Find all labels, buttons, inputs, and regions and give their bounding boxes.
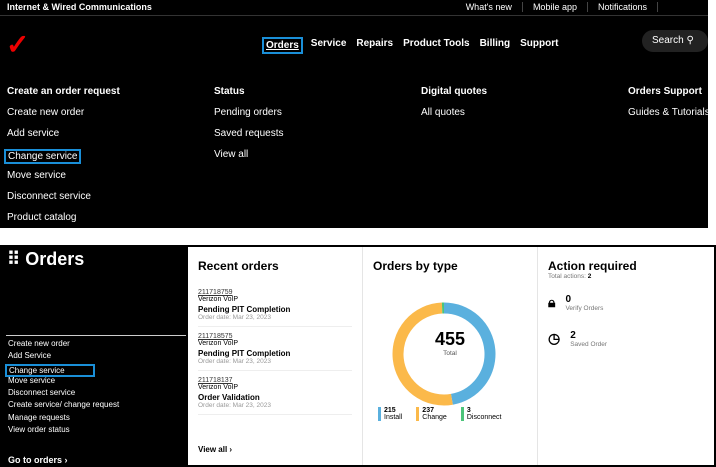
orders-widget: ⠿ Orders Create new order Add Service Chan… bbox=[0, 245, 716, 467]
action-title: Action required bbox=[548, 259, 637, 273]
legend-item: 237 Change bbox=[416, 407, 447, 421]
menu-column: Create an order request Create new order A… bbox=[4, 86, 214, 233]
sidebar-link[interactable]: Add Service bbox=[8, 351, 51, 360]
order-id-link[interactable]: 211718575 bbox=[198, 333, 352, 340]
legend-item: 3 Disconnect bbox=[460, 407, 502, 421]
legend-label: Install bbox=[384, 414, 403, 421]
menu-heading: Orders Support bbox=[628, 86, 702, 97]
sidebar-title: Orders bbox=[25, 249, 85, 269]
search-icon: ⚲ bbox=[686, 35, 694, 46]
recent-orders-panel: Recent orders 211718759 Verizon VoIP Pendi… bbox=[188, 247, 362, 465]
menu-column: Orders Support Guides & Tutorials bbox=[628, 86, 716, 233]
total-actions-value: 2 bbox=[587, 273, 592, 280]
menu-heading: Digital quotes bbox=[421, 86, 488, 97]
nav-service[interactable]: Service bbox=[309, 37, 349, 54]
whats-new-link[interactable]: What's new bbox=[456, 2, 523, 12]
sidebar-link[interactable]: Create new order bbox=[8, 339, 70, 348]
legend-label: Disconnect bbox=[466, 414, 502, 421]
saved-count: 2 bbox=[570, 330, 576, 341]
menu-item[interactable]: Create new order bbox=[7, 107, 84, 118]
menu-item[interactable]: Product catalog bbox=[7, 212, 77, 223]
menu-heading: Status bbox=[214, 86, 245, 97]
search-label: Search bbox=[652, 35, 684, 46]
order-id-link[interactable]: 211718759 bbox=[198, 289, 352, 296]
legend-value: 215 bbox=[384, 407, 396, 414]
verify-orders-item[interactable]: 🔒︎ 0 Verify Orders bbox=[548, 294, 706, 312]
grid-icon: ⠿ bbox=[7, 249, 21, 269]
view-all-link[interactable]: View all › bbox=[198, 445, 232, 454]
sidebar-link[interactable]: Change service bbox=[5, 363, 95, 377]
verizon-logo[interactable]: ✓ bbox=[6, 28, 29, 61]
order-item[interactable]: 211718575 Verizon VoIP Pending PIT Complet… bbox=[198, 327, 352, 371]
mobile-app-link[interactable]: Mobile app bbox=[523, 2, 588, 12]
order-item[interactable]: 211718137 Verizon VoIP Order Validation Ord… bbox=[198, 371, 352, 415]
order-id-link[interactable]: 211718137 bbox=[198, 377, 352, 384]
sidebar-link[interactable]: Manage requests bbox=[8, 413, 70, 422]
main-nav: Orders Service Repairs Product Tools Bil… bbox=[262, 37, 560, 54]
clock-icon: ◷ bbox=[548, 330, 561, 346]
legend-item: 215 Install bbox=[378, 407, 402, 421]
action-required-panel: Action required Total actions: 2 🔒︎ 0 Veri… bbox=[537, 247, 716, 465]
verify-label: Verify Orders bbox=[565, 305, 604, 312]
nav-orders[interactable]: Orders bbox=[262, 37, 303, 54]
legend-label: Change bbox=[422, 414, 447, 421]
go-to-orders-link[interactable]: Go to orders › bbox=[8, 455, 68, 465]
sidebar-link[interactable]: Move service bbox=[8, 376, 55, 385]
verify-count: 0 bbox=[565, 294, 572, 305]
order-status: Pending PIT Completion bbox=[198, 305, 291, 314]
utility-bar: Internet & Wired Communications What's n… bbox=[0, 0, 708, 16]
menu-column: Status Pending orders Saved requests View a… bbox=[214, 86, 421, 233]
order-status: Pending PIT Completion bbox=[198, 349, 291, 358]
nav-product-tools[interactable]: Product Tools bbox=[401, 37, 471, 54]
notifications-link[interactable]: Notifications bbox=[588, 2, 658, 12]
nav-repairs[interactable]: Repairs bbox=[354, 37, 395, 54]
order-product: Verizon VoIP bbox=[198, 384, 239, 391]
legend-swatch bbox=[416, 407, 420, 421]
total-actions-label: Total actions: bbox=[548, 273, 586, 280]
order-product: Verizon VoIP bbox=[198, 296, 239, 303]
orders-by-type-panel: Orders by type 455 Total 215 Install 237 Ch… bbox=[362, 247, 537, 465]
menu-item[interactable]: Change service bbox=[4, 149, 82, 164]
menu-item[interactable]: Guides & Tutorials bbox=[628, 107, 710, 118]
total-value: 455 bbox=[434, 329, 466, 349]
order-product: Verizon VoIP bbox=[198, 340, 239, 347]
saved-label: Saved Order bbox=[570, 341, 608, 348]
order-date: Order date: Mar 23, 2023 bbox=[198, 358, 271, 365]
sidebar-link[interactable]: Create service/ change request bbox=[8, 400, 119, 409]
legend-swatch bbox=[460, 407, 464, 421]
nav-billing[interactable]: Billing bbox=[478, 37, 513, 54]
sidebar-link[interactable]: View order status bbox=[8, 425, 70, 434]
mega-menu: Internet & Wired Communications What's n… bbox=[0, 0, 710, 228]
saved-order-item[interactable]: ◷ 2 Saved Order bbox=[548, 330, 706, 348]
orders-sidebar: ⠿ Orders Create new order Add Service Chan… bbox=[2, 247, 188, 465]
order-date: Order date: Mar 23, 2023 bbox=[198, 314, 271, 321]
menu-column: Digital quotes All quotes bbox=[421, 86, 628, 233]
legend-swatch bbox=[378, 407, 381, 421]
menu-item[interactable]: Pending orders bbox=[214, 107, 282, 118]
menu-item[interactable]: Add service bbox=[7, 128, 59, 139]
menu-item[interactable]: Disconnect service bbox=[7, 191, 91, 202]
order-status: Order Validation bbox=[198, 393, 260, 402]
recent-orders-title: Recent orders bbox=[198, 259, 279, 273]
order-date: Order date: Mar 23, 2023 bbox=[198, 402, 271, 409]
legend-value: 237 bbox=[422, 407, 434, 414]
chart-title: Orders by type bbox=[373, 259, 458, 273]
legend-value: 3 bbox=[466, 407, 471, 414]
bag-icon: 🔒︎ bbox=[548, 294, 556, 310]
search-button[interactable]: Search ⚲ bbox=[642, 30, 708, 52]
menu-item[interactable]: Saved requests bbox=[214, 128, 284, 139]
sidebar-link[interactable]: Disconnect service bbox=[8, 388, 75, 397]
menu-item[interactable]: View all bbox=[214, 149, 248, 160]
menu-item[interactable]: All quotes bbox=[421, 107, 465, 118]
nav-support[interactable]: Support bbox=[518, 37, 560, 54]
order-item[interactable]: 211718759 Verizon VoIP Pending PIT Complet… bbox=[198, 283, 352, 327]
menu-heading: Create an order request bbox=[7, 86, 120, 97]
divider bbox=[6, 335, 186, 336]
brand-label: Internet & Wired Communications bbox=[7, 2, 152, 12]
menu-item[interactable]: Move service bbox=[7, 170, 66, 181]
total-label: Total bbox=[443, 350, 457, 357]
